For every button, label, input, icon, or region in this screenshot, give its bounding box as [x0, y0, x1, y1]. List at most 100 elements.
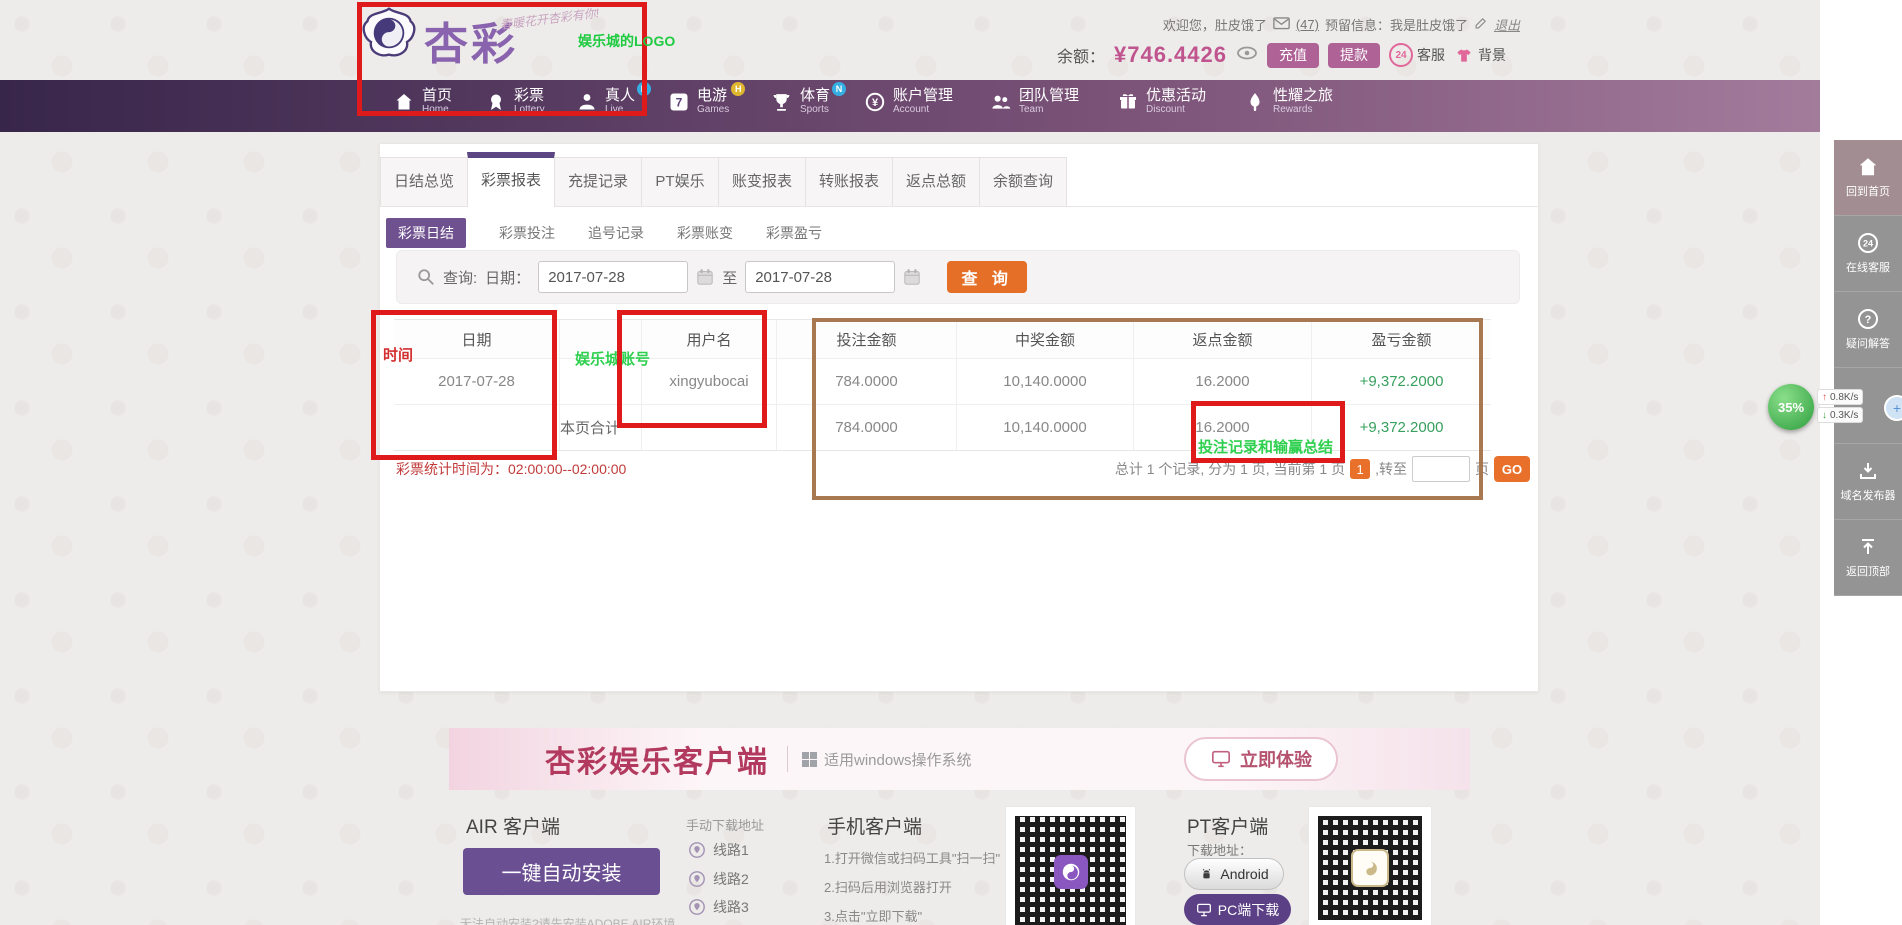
calendar-icon[interactable] — [903, 268, 921, 286]
sidebar-item-faq[interactable]: ? 疑问解答 — [1834, 292, 1902, 368]
nav-item-account[interactable]: ¥ 账户管理 Account — [865, 87, 953, 116]
top-arrow-icon — [1862, 539, 1874, 554]
subtab-lottery-profit[interactable]: 彩票盈亏 — [766, 223, 822, 243]
customer-service[interactable]: 24 客服 — [1389, 43, 1445, 67]
search-label: 查询: — [443, 269, 478, 287]
date-from-input[interactable] — [538, 261, 689, 293]
nav-item-rewards[interactable]: 性耀之旅 Rewards — [1245, 87, 1333, 116]
manual-download-title: 手动下载地址 — [686, 818, 765, 833]
air-client-title: AIR 客户端 — [466, 817, 560, 838]
edit-icon[interactable] — [1474, 16, 1488, 33]
search-icon — [418, 269, 434, 285]
os-note-text: 适用windows操作系统 — [824, 751, 972, 769]
eye-icon[interactable] — [1236, 45, 1258, 66]
download-line-3[interactable]: 线路3 — [688, 897, 749, 917]
mobile-client-title: 手机客户端 — [827, 817, 923, 838]
search-button[interactable]: 查 询 — [947, 261, 1028, 293]
tab-rebate-total[interactable]: 返点总额 — [892, 157, 980, 206]
sidebar-item-service[interactable]: 24 在线客服 — [1834, 216, 1902, 292]
to-label: 至 — [722, 269, 738, 287]
tab-deposit-withdraw[interactable]: 充提记录 — [554, 157, 642, 206]
nav-label: 团队管理 — [1019, 87, 1080, 104]
tab-account-change[interactable]: 账变报表 — [718, 157, 806, 206]
sidebar-label: 在线客服 — [1846, 262, 1890, 274]
reserved-info: 预留信息：我是肚皮饿了 — [1324, 18, 1468, 33]
pt-download-label: 下载地址： — [1187, 843, 1253, 858]
floating-sidebar: 回到首页 24 在线客服 ? 疑问解答 域名发布器 返回顶部 — [1834, 140, 1902, 596]
tab-lottery-report[interactable]: 彩票报表 — [467, 152, 555, 207]
welcome-text: 欢迎您，肚皮饿了 — [1162, 18, 1267, 33]
line-label: 线路3 — [713, 899, 749, 915]
qr-center-logo-gold — [1351, 849, 1389, 887]
subtab-lottery-bets[interactable]: 彩票投注 — [499, 223, 555, 243]
hot-badge: H — [731, 82, 746, 96]
qr-center-logo-purple — [1053, 854, 1088, 889]
logout-link[interactable]: 退出 — [1494, 15, 1520, 34]
try-now-label: 立即体验 — [1240, 750, 1312, 770]
yen-coin-icon: ¥ — [865, 92, 885, 111]
nav-label: 体育 — [800, 87, 831, 104]
nav-label: 性耀之旅 — [1273, 87, 1334, 104]
sidebar-item-back-to-top[interactable]: 返回顶部 — [1834, 520, 1902, 596]
calendar-icon[interactable] — [696, 268, 714, 286]
android-download-button[interactable]: Android — [1184, 858, 1284, 890]
mobile-step-2: 2.扫码后用浏览器打开 — [824, 880, 952, 895]
sidebar-label: 回到首页 — [1846, 186, 1890, 198]
recharge-button[interactable]: 充值 — [1267, 42, 1319, 68]
monitor-icon — [1212, 750, 1230, 768]
mail-icon[interactable] — [1273, 16, 1290, 33]
question-icon: ? — [1858, 309, 1878, 329]
windows-icon — [802, 751, 817, 767]
divider — [787, 746, 788, 772]
nav-item-games[interactable]: 7 电游 Games H — [669, 82, 746, 116]
flame-icon — [1250, 92, 1260, 111]
banner-title: 杏彩娱乐客户端 — [545, 746, 769, 779]
annotation-red-box-user — [617, 310, 767, 428]
svg-text:¥: ¥ — [872, 97, 879, 109]
download-line-1[interactable]: 线路1 — [688, 840, 749, 860]
nav-item-sports[interactable]: 体育 Sports N — [771, 82, 847, 116]
pc-icon — [1196, 903, 1211, 916]
new-badge: N — [832, 82, 847, 96]
subtab-lottery-daily[interactable]: 彩票日结 — [386, 218, 466, 248]
try-now-button[interactable]: 立即体验 — [1184, 737, 1338, 781]
welcome-bar: 欢迎您，肚皮饿了 (47) 预留信息：我是肚皮饿了 退出 — [1163, 15, 1520, 34]
tab-balance-query[interactable]: 余额查询 — [979, 157, 1067, 206]
nav-sublabel: Games — [697, 104, 730, 115]
sidebar-item-home[interactable]: 回到首页 — [1834, 140, 1902, 216]
pt-qr-code — [1308, 806, 1432, 925]
date-to-input[interactable] — [745, 261, 896, 293]
pc-download-button[interactable]: PC端下载 — [1184, 894, 1291, 925]
nav-item-team[interactable]: 团队管理 Team — [990, 87, 1079, 116]
balance-amount: ¥746.4426 — [1114, 42, 1227, 67]
annotation-red-box-logo — [357, 2, 647, 116]
tab-transfer-report[interactable]: 转账报表 — [805, 157, 893, 206]
one-click-install-button[interactable]: 一键自动安装 — [463, 848, 660, 895]
tab-pt-games[interactable]: PT娱乐 — [641, 157, 719, 206]
qr-pattern — [1318, 816, 1422, 920]
withdraw-button[interactable]: 提款 — [1328, 42, 1380, 68]
report-tabbar: 日结总览 彩票报表 充提记录 PT娱乐 账变报表 转账报表 返点总额 余额查询 — [380, 144, 1538, 207]
nav-sublabel: Rewards — [1273, 104, 1313, 115]
pc-download-label: PC端下载 — [1217, 901, 1280, 918]
download-line-2[interactable]: 线路2 — [688, 869, 749, 889]
gift-icon — [1120, 93, 1136, 108]
sidebar-label: 域名发布器 — [1840, 490, 1896, 502]
nav-item-discount[interactable]: 优惠活动 Discount — [1118, 87, 1206, 116]
up-arrow-icon: ↑ — [1822, 391, 1827, 403]
background-toggle[interactable]: 背景 — [1454, 45, 1506, 65]
mail-count-link[interactable]: (47) — [1296, 17, 1319, 32]
download-icon — [1860, 463, 1876, 479]
nav-label: 优惠活动 — [1146, 87, 1207, 104]
balance-label: 余额： — [1056, 49, 1105, 66]
sidebar-item-domain-publisher[interactable]: 域名发布器 — [1834, 444, 1902, 520]
nav-sublabel: Account — [893, 104, 930, 115]
subtab-lottery-account[interactable]: 彩票账变 — [677, 223, 733, 243]
banner-os-note: 适用windows操作系统 — [802, 749, 972, 770]
search-bar: 查询: 日期： 至 查 询 — [396, 250, 1520, 304]
annotation-red-box-date — [371, 310, 557, 460]
go-button[interactable]: GO — [1494, 456, 1530, 482]
speed-percent-widget[interactable]: 35% — [1768, 384, 1814, 430]
subtab-chase-records[interactable]: 追号记录 — [588, 223, 644, 243]
tab-daily-overview[interactable]: 日结总览 — [380, 157, 468, 206]
